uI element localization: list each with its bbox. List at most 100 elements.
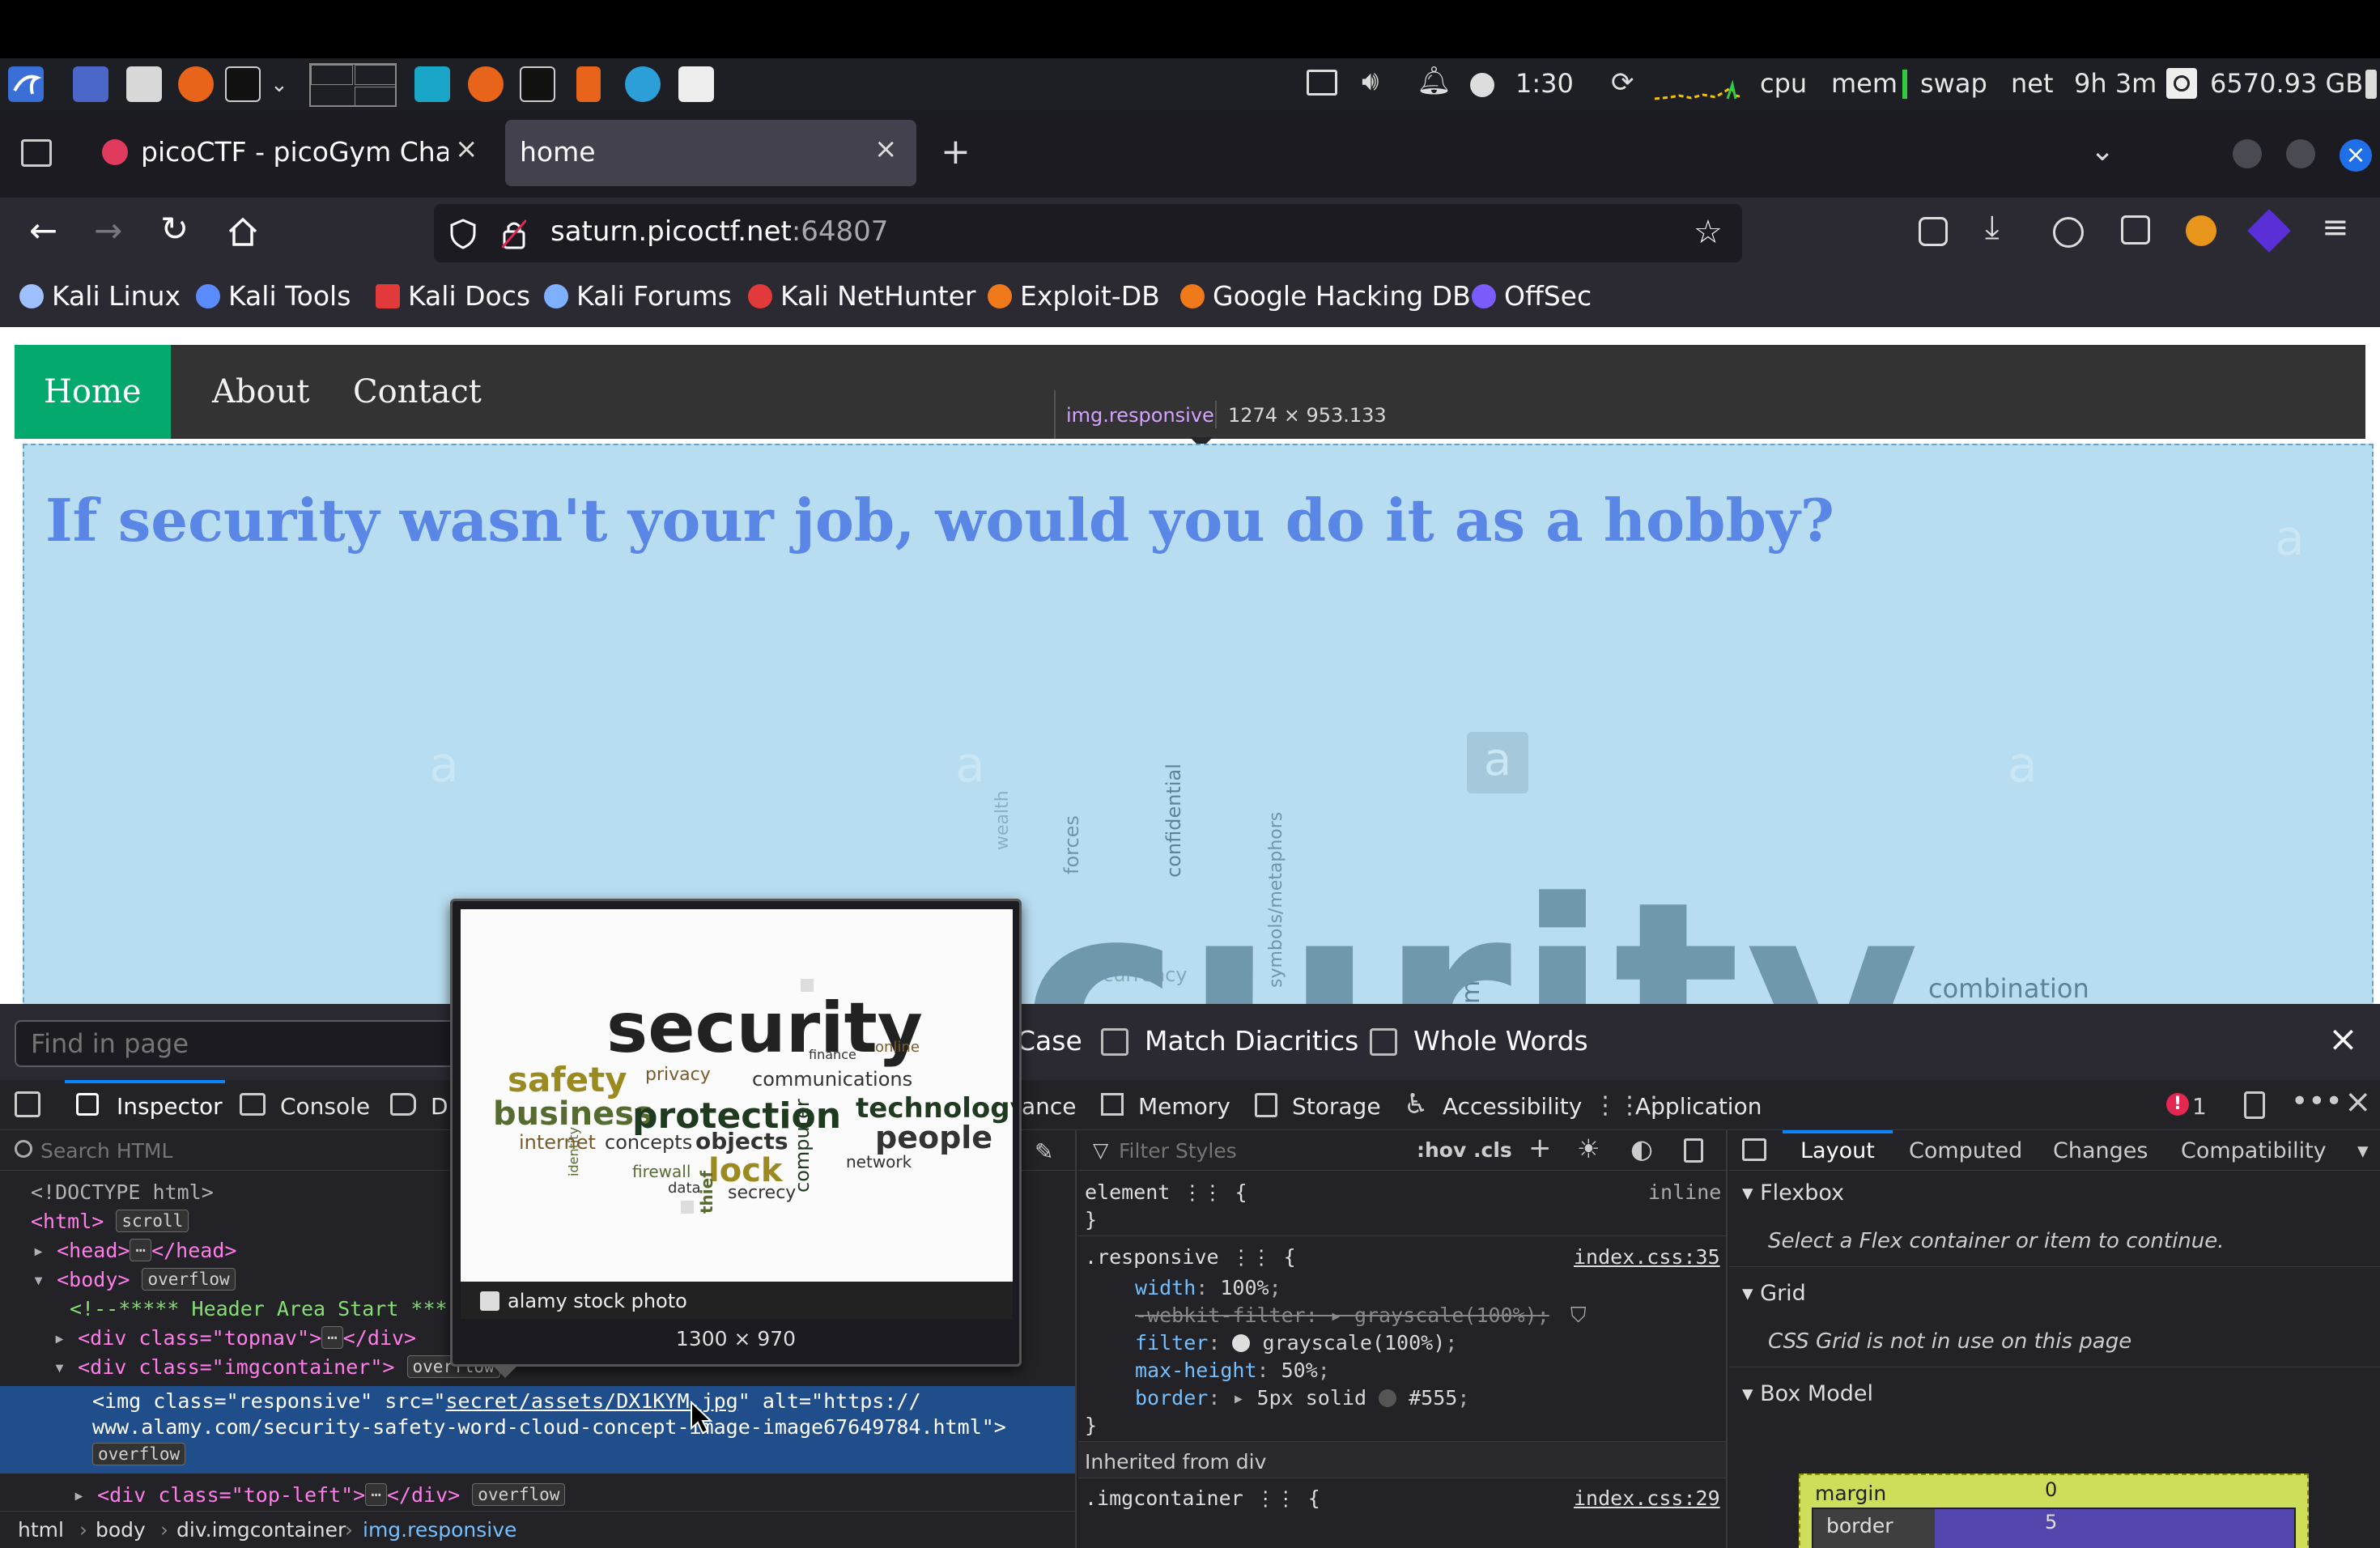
responsive-design-icon[interactable] [2244,1091,2265,1119]
tracking-shield-icon[interactable] [450,219,476,249]
tab-application[interactable]: Application [1635,1093,1762,1120]
layout-tabs-overflow-icon[interactable]: ▾ [2357,1138,2369,1163]
terminal-launcher-icon[interactable] [225,66,261,102]
workspace-switcher[interactable] [309,63,397,107]
url-bar[interactable]: saturn.picoctf.net:64807 ☆ [434,204,1742,262]
extensions-icon[interactable] [2121,215,2150,245]
nav-contact-link[interactable]: Contact [324,345,511,439]
margin-top-value[interactable]: 0 [2045,1478,2057,1501]
markup-top-left[interactable]: ▸ <div class="top-left"> ⋯ </div> overflow [73,1483,566,1507]
markup-body[interactable]: ▾ <body> overflow [32,1268,236,1291]
file-manager-icon[interactable] [126,66,162,102]
download-icon[interactable]: ⤓ [1985,209,2000,246]
firefox-launcher-icon[interactable] [178,66,214,102]
add-rule-icon[interactable]: + [1528,1132,1552,1164]
app-icon-2[interactable] [625,66,661,102]
tab-memory[interactable]: Memory [1138,1093,1230,1120]
bookmark-exploit-db[interactable]: Exploit-DB [988,280,1160,312]
new-tab-icon[interactable]: + [941,131,971,172]
rule-element-selector[interactable]: element ⋮⋮ { [1085,1180,1247,1204]
tab-layout[interactable]: Layout [1800,1138,1875,1163]
reload-icon[interactable]: ↻ [160,209,189,249]
bell-icon[interactable]: 🔔︎ [1417,65,1451,97]
extension-purple-icon[interactable] [2247,209,2291,253]
app-icon-3[interactable] [678,66,714,102]
monitor-icon[interactable] [1307,70,1337,96]
findbar-close-icon[interactable]: × [2328,1019,2358,1060]
bookmark-kali-docs[interactable]: Kali Docs [376,280,530,312]
window-close-button[interactable]: × [2340,139,2372,172]
markup-comment[interactable]: <!--***** Header Area Start *** [70,1297,448,1320]
kali-menu-icon[interactable] [8,66,44,102]
home-icon[interactable] [227,215,259,248]
tab-computed[interactable]: Computed [1909,1138,2022,1163]
volume-icon[interactable]: 🔊︎ [1362,65,1379,97]
tab-home[interactable]: home × [505,120,916,186]
box-model-section-header[interactable]: ▾ Box Model [1742,1381,1873,1406]
tab-close-icon[interactable]: × [455,133,478,165]
bookmark-kali-forums[interactable]: Kali Forums [544,280,732,312]
account-icon[interactable] [2053,217,2084,248]
toggle-sidebar-icon[interactable] [1742,1138,1766,1161]
markup-img-selected[interactable]: <img class="responsive" src="secret/asse… [0,1386,1075,1474]
light-scheme-icon[interactable]: ☀ [1577,1133,1600,1164]
burp-icon[interactable] [576,66,601,102]
bookmark-offsec[interactable]: OffSec [1472,280,1592,312]
hov-toggle[interactable]: :hov [1417,1138,1466,1162]
eyedropper-icon[interactable]: ✎ [1035,1138,1053,1165]
window-maximize-button[interactable] [2286,139,2315,168]
box-model-margin[interactable]: margin 0 border 5 [1799,1474,2309,1548]
markup-topnav[interactable]: ▸ <div class="topnav"> ⋯ </div> [53,1326,416,1350]
tab-debugger[interactable]: D [431,1093,448,1120]
tray-handle[interactable] [2365,70,2377,99]
rule-imgcontainer-selector[interactable]: .imgcontainer ⋮⋮ { [1085,1486,1320,1510]
breadcrumb-body[interactable]: body [96,1518,146,1542]
back-icon[interactable]: ← [29,211,57,250]
filter-swatch-icon[interactable] [1232,1334,1251,1352]
prop-filter[interactable]: filter: grayscale(100%); [1135,1331,1457,1354]
responsive-image[interactable]: If security wasn't your job, would you d… [23,444,2374,1004]
border-color-swatch-icon[interactable] [1379,1389,1397,1407]
tab-close-icon[interactable]: × [874,133,898,165]
tab-performance[interactable]: ance [1022,1093,1077,1120]
find-input[interactable] [15,1020,468,1067]
hamburger-menu-icon[interactable]: ≡ [2322,209,2349,246]
tab-console[interactable]: Console [280,1093,370,1120]
rule-responsive-source[interactable]: index.css:35 [1574,1245,1720,1269]
border-top-value[interactable]: 5 [2045,1511,2057,1533]
lock-icon[interactable] [502,219,526,249]
list-tabs-chevron-icon[interactable]: ⌄ [2090,134,2114,168]
element-picker-icon[interactable] [15,1091,40,1117]
markup-doctype[interactable]: <!DOCTYPE html> [31,1180,214,1204]
error-badge-icon[interactable]: ! [2166,1093,2189,1116]
markup-html[interactable]: <html> scroll [31,1210,189,1233]
breadcrumb-html[interactable]: html [18,1518,64,1542]
firefox-window-icon[interactable] [468,66,504,102]
match-diacritics-label[interactable]: Match Diacritics [1145,1025,1358,1057]
bookmark-kali-nethunter[interactable]: Kali NetHunter [748,280,976,312]
tab-changes[interactable]: Changes [2053,1138,2148,1163]
tab-inspector[interactable]: Inspector [117,1093,223,1120]
grid-section-header[interactable]: ▾ Grid [1742,1281,1806,1306]
nav-home-link[interactable]: Home [15,345,171,439]
dark-scheme-icon[interactable]: ◐ [1630,1133,1653,1164]
prop-max-height[interactable]: max-height: 50%; [1135,1359,1330,1382]
bookmark-star-icon[interactable]: ☆ [1694,214,1723,251]
nav-about-link[interactable]: About [183,345,338,439]
tab-overview-icon[interactable] [21,139,52,167]
more-options-icon[interactable]: ••• [2291,1085,2343,1118]
tab-accessibility[interactable]: Accessibility [1443,1093,1582,1120]
extension-foxy-icon[interactable] [2186,215,2216,246]
tab-storage[interactable]: Storage [1292,1093,1381,1120]
print-media-icon[interactable] [1684,1138,1703,1163]
forward-icon[interactable]: → [94,211,122,250]
clock[interactable]: 1:30 [1515,68,1574,99]
cls-toggle[interactable]: .cls [1473,1138,1512,1162]
power-icon[interactable] [1470,73,1494,97]
prop-width[interactable]: width: 100%; [1135,1276,1281,1299]
pocket-icon[interactable] [1919,217,1948,246]
tab-picoctf[interactable]: picoCTF - picoGym Challe × [87,120,487,186]
desktop-icon[interactable] [73,66,108,102]
devtools-close-icon[interactable]: × [2344,1083,2372,1121]
markup-head[interactable]: ▸ <head> ⋯ </head> [32,1239,236,1262]
